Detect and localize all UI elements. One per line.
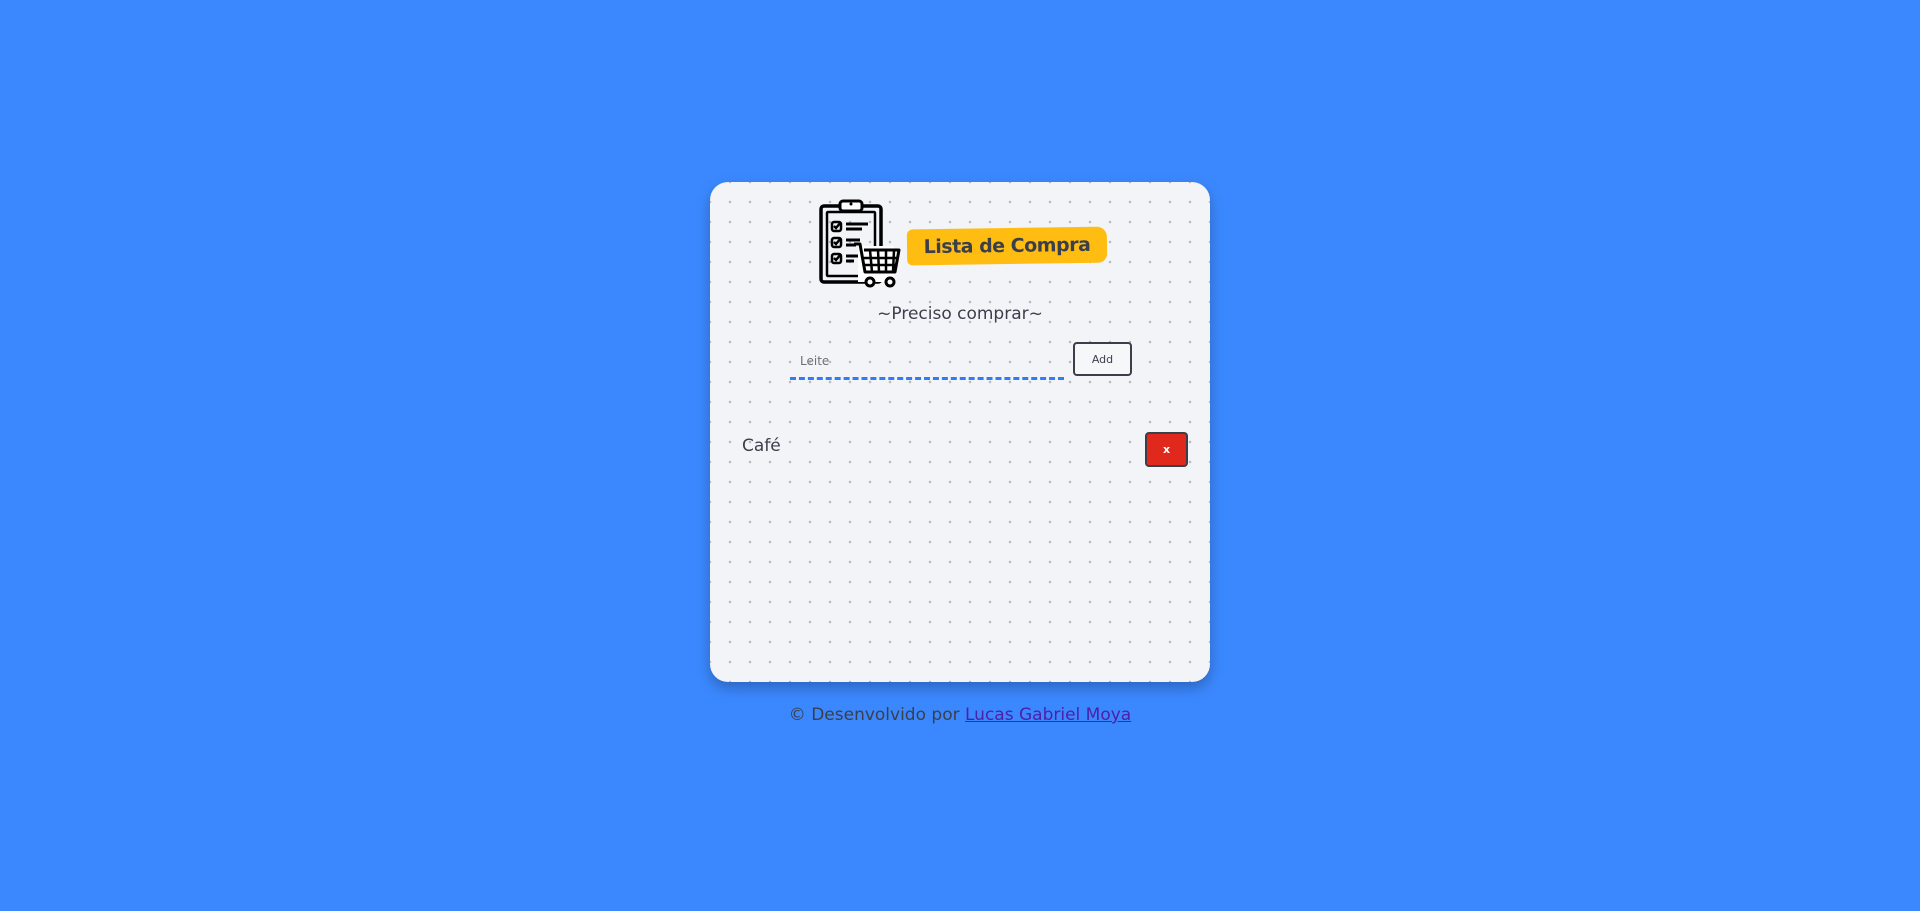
item-input[interactable] — [790, 344, 1064, 380]
shopping-list-card: Lista de Compra ~Preciso comprar~ Add Ca… — [710, 182, 1210, 682]
clipboard-cart-icon — [819, 199, 901, 288]
title-highlight: Lista de Compra — [906, 226, 1108, 266]
footer-text: © Desenvolvido por — [788, 705, 965, 725]
delete-item-button[interactable]: x — [1145, 432, 1188, 467]
page-title: Lista de Compra — [923, 233, 1091, 259]
list-item-label: Café — [742, 436, 781, 456]
author-link[interactable]: Lucas Gabriel Moya — [965, 705, 1131, 725]
list-item: Café x — [742, 432, 1188, 470]
footer: © Desenvolvido por Lucas Gabriel Moya — [0, 705, 1920, 725]
add-button[interactable]: Add — [1073, 342, 1132, 376]
subtitle: ~Preciso comprar~ — [877, 304, 1043, 324]
